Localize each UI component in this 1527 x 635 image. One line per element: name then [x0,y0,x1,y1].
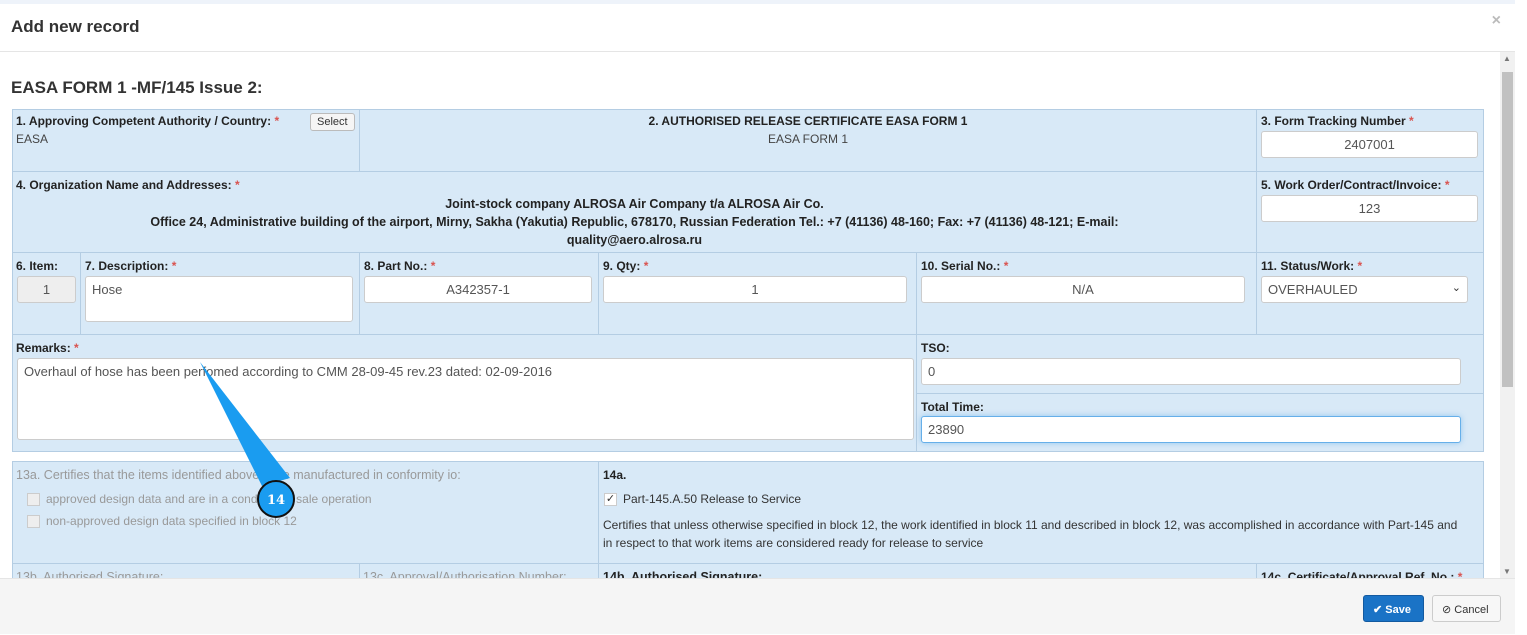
callout-number: 14 [267,493,285,508]
callout-pointer [200,362,290,486]
annotation-callout: 14 [200,362,295,518]
